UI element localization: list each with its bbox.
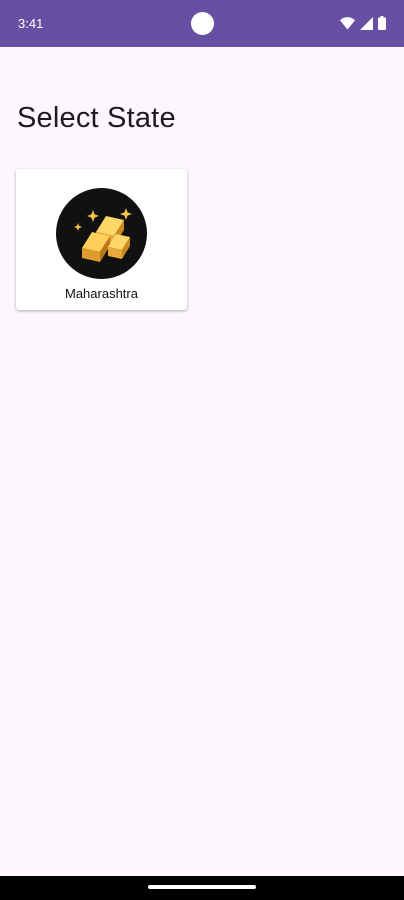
wifi-icon — [340, 16, 355, 30]
battery-icon — [378, 16, 386, 30]
state-card-maharashtra[interactable]: Maharashtra — [16, 169, 187, 310]
cellular-signal-icon — [360, 16, 373, 30]
navigation-bar — [0, 876, 404, 900]
page-title: Select State — [17, 102, 176, 134]
status-time: 3:41 — [18, 16, 44, 31]
status-bar: 3:41 — [0, 0, 404, 47]
app-screen: 3:41 Select State Maharashtra — [0, 0, 404, 900]
status-icons — [340, 14, 386, 32]
gold-bars-sparkle-icon — [56, 188, 147, 279]
camera-cutout — [191, 12, 214, 35]
home-indicator[interactable] — [148, 885, 256, 889]
state-name: Maharashtra — [65, 286, 138, 301]
